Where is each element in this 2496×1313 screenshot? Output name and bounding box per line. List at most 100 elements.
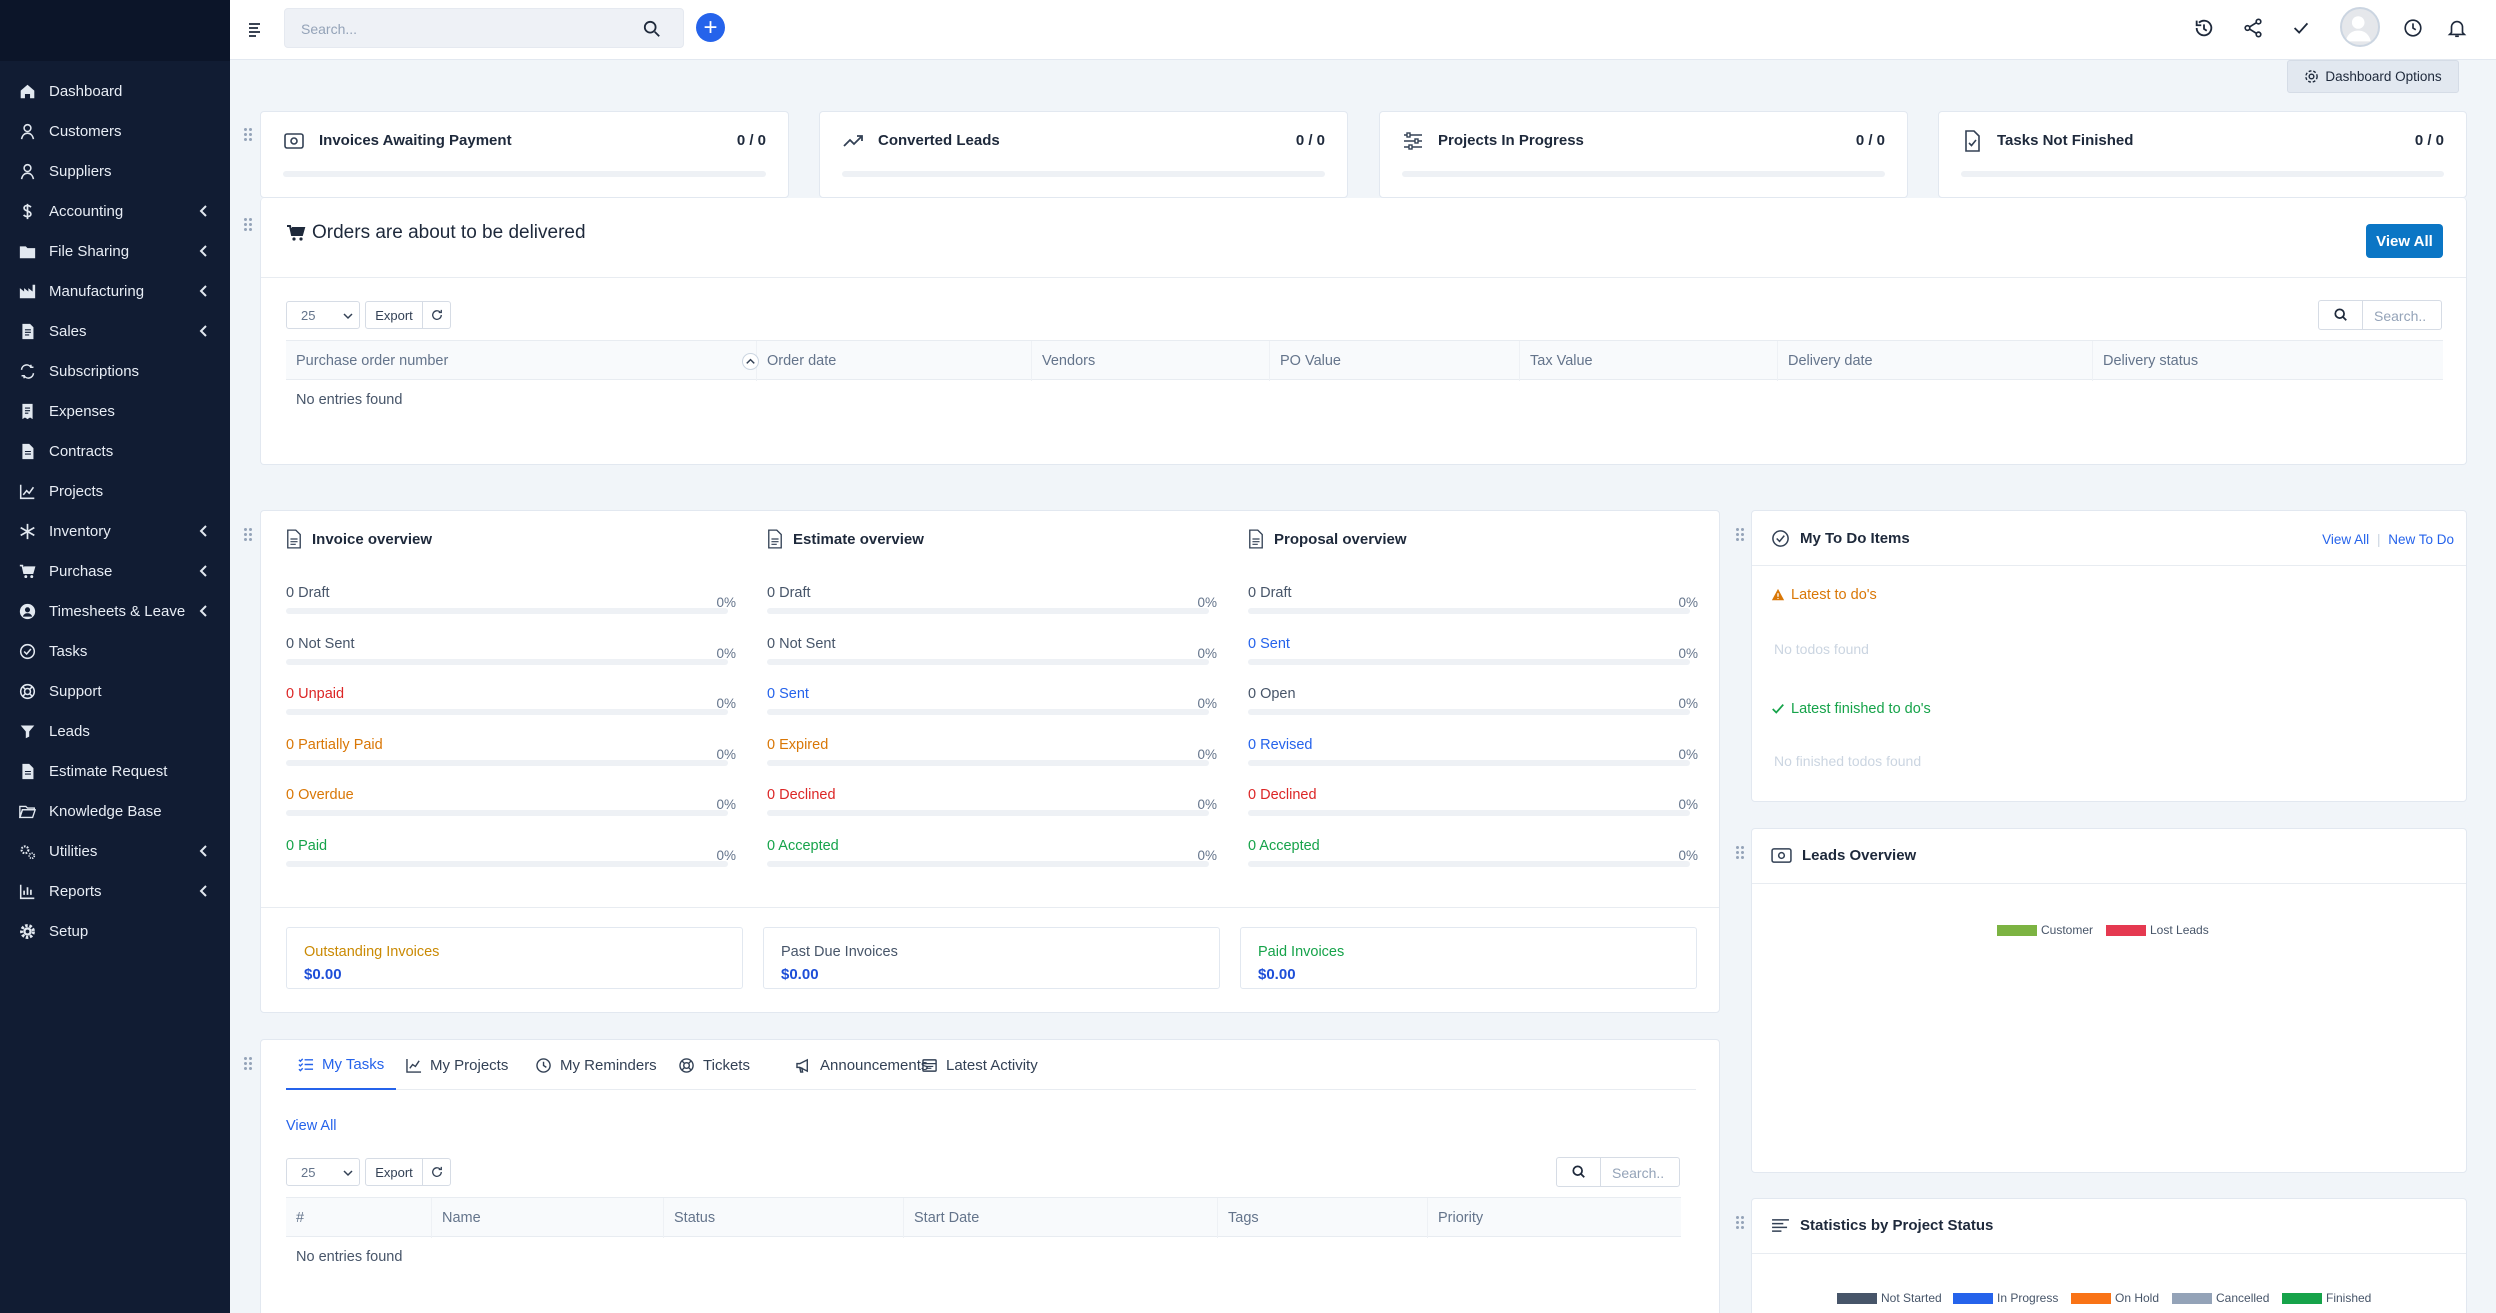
column-header[interactable]: Delivery status xyxy=(2092,341,2443,381)
sidebar-item-utilities[interactable]: Utilities xyxy=(0,831,230,871)
tasks-search-input[interactable]: Search.. xyxy=(1556,1157,1680,1187)
sidebar-item-reports[interactable]: Reports xyxy=(0,871,230,911)
drag-handle[interactable] xyxy=(1736,1216,1746,1230)
tasks-refresh-button[interactable] xyxy=(422,1158,451,1186)
legend-swatch[interactable] xyxy=(1837,1293,1877,1304)
orders-view-all-button[interactable]: View All xyxy=(2366,224,2443,258)
orders-page-size-select[interactable]: 25 xyxy=(286,301,360,329)
column-header[interactable]: PO Value xyxy=(1269,341,1519,381)
tab-my-projects[interactable]: My Projects xyxy=(406,1040,508,1090)
column-header[interactable]: Order date xyxy=(756,341,1031,381)
clock-icon[interactable] xyxy=(2402,17,2424,39)
stat-card-tasks-not-finished[interactable]: Tasks Not Finished 0 / 0 xyxy=(1938,111,2467,198)
legend-label[interactable]: Lost Leads xyxy=(2150,923,2209,937)
tab-tickets[interactable]: Tickets xyxy=(679,1040,750,1090)
overview-status-row[interactable]: 0 Overdue 0% xyxy=(286,787,736,817)
tasks-export-button[interactable]: Export xyxy=(365,1158,423,1186)
legend-label[interactable]: Not Started xyxy=(1881,1291,1942,1305)
sidebar-item-inventory[interactable]: Inventory xyxy=(0,511,230,551)
tab-my-reminders[interactable]: My Reminders xyxy=(536,1040,657,1090)
overview-status-row[interactable]: 0 Declined 0% xyxy=(1248,787,1698,817)
legend-swatch[interactable] xyxy=(1953,1293,1993,1304)
overview-status-row[interactable]: 0 Open 0% xyxy=(1248,686,1698,716)
drag-handle[interactable] xyxy=(1736,528,1746,542)
search-icon[interactable] xyxy=(643,20,661,38)
sidebar-item-subscriptions[interactable]: Subscriptions xyxy=(0,351,230,391)
stat-card-invoices-awaiting-payment[interactable]: Invoices Awaiting Payment 0 / 0 xyxy=(260,111,789,198)
legend-swatch[interactable] xyxy=(1997,925,2037,936)
column-header[interactable]: Status xyxy=(663,1198,903,1238)
column-header[interactable]: Priority xyxy=(1427,1198,1681,1238)
sidebar-item-suppliers[interactable]: Suppliers xyxy=(0,151,230,191)
legend-label[interactable]: On Hold xyxy=(2115,1291,2159,1305)
column-header[interactable]: Delivery date xyxy=(1777,341,2092,381)
sort-ascending-icon[interactable] xyxy=(742,353,759,370)
stat-card-converted-leads[interactable]: Converted Leads 0 / 0 xyxy=(819,111,1348,198)
sidebar-item-estimate-request[interactable]: Estimate Request xyxy=(0,751,230,791)
tab-my-tasks[interactable]: My Tasks xyxy=(286,1040,397,1090)
drag-handle[interactable] xyxy=(244,218,254,232)
overview-status-row[interactable]: 0 Expired 0% xyxy=(767,737,1217,766)
overview-status-row[interactable]: 0 Accepted 0% xyxy=(1248,838,1698,867)
overview-status-row[interactable]: 0 Declined 0% xyxy=(767,787,1217,817)
legend-label[interactable]: In Progress xyxy=(1997,1291,2058,1305)
overview-status-row[interactable]: 0 Not Sent 0% xyxy=(286,636,736,665)
avatar[interactable] xyxy=(2340,7,2380,47)
sidebar-item-customers[interactable]: Customers xyxy=(0,111,230,151)
sidebar-item-leads[interactable]: Leads xyxy=(0,711,230,751)
stat-card-projects-in-progress[interactable]: Projects In Progress 0 / 0 xyxy=(1379,111,1908,198)
orders-search-input[interactable]: Search.. xyxy=(2318,300,2442,330)
column-header[interactable]: Name xyxy=(431,1198,663,1238)
bell-icon[interactable] xyxy=(2446,17,2468,39)
sidebar-item-timesheets-leave[interactable]: Timesheets & Leave xyxy=(0,591,230,631)
column-header[interactable]: Purchase order number xyxy=(286,341,756,381)
sidebar-item-accounting[interactable]: Accounting xyxy=(0,191,230,231)
overview-status-row[interactable]: 0 Sent 0% xyxy=(767,686,1217,716)
overview-status-row[interactable]: 0 Accepted 0% xyxy=(767,838,1217,867)
summary-box-paid-invoices[interactable]: Paid Invoices $0.00 xyxy=(1240,927,1697,989)
column-header[interactable]: Start Date xyxy=(903,1198,1217,1238)
summary-box-past-due-invoices[interactable]: Past Due Invoices $0.00 xyxy=(763,927,1220,989)
drag-handle[interactable] xyxy=(244,128,254,142)
legend-swatch[interactable] xyxy=(2106,925,2146,936)
sidebar-item-file-sharing[interactable]: File Sharing xyxy=(0,231,230,271)
overview-status-row[interactable]: 0 Revised 0% xyxy=(1248,737,1698,766)
quick-create-button[interactable]: + xyxy=(696,13,725,42)
sidebar-item-contracts[interactable]: Contracts xyxy=(0,431,230,471)
overview-status-row[interactable]: 0 Not Sent 0% xyxy=(767,636,1217,665)
column-header[interactable]: Tax Value xyxy=(1519,341,1777,381)
drag-handle[interactable] xyxy=(1736,846,1746,860)
todo-view-all-link[interactable]: View All xyxy=(2322,532,2369,547)
tab-announcements[interactable]: Announcements xyxy=(796,1040,928,1090)
legend-label[interactable]: Cancelled xyxy=(2216,1291,2269,1305)
orders-refresh-button[interactable] xyxy=(422,301,451,329)
overview-status-row[interactable]: 0 Draft 0% xyxy=(286,585,736,614)
sidebar-item-tasks[interactable]: Tasks xyxy=(0,631,230,671)
sidebar-item-manufacturing[interactable]: Manufacturing xyxy=(0,271,230,311)
legend-label[interactable]: Customer xyxy=(2041,923,2093,937)
sidebar-item-purchase[interactable]: Purchase xyxy=(0,551,230,591)
legend-swatch[interactable] xyxy=(2172,1293,2212,1304)
overview-status-row[interactable]: 0 Sent 0% xyxy=(1248,636,1698,665)
sidebar-item-setup[interactable]: Setup xyxy=(0,911,230,951)
sidebar-item-dashboard[interactable]: Dashboard xyxy=(0,71,230,111)
overview-status-row[interactable]: 0 Draft 0% xyxy=(767,585,1217,614)
sidebar-item-projects[interactable]: Projects xyxy=(0,471,230,511)
overview-status-row[interactable]: 0 Partially Paid 0% xyxy=(286,737,736,766)
column-header[interactable]: Tags xyxy=(1217,1198,1427,1238)
overview-status-row[interactable]: 0 Draft 0% xyxy=(1248,585,1698,614)
sidebar-item-expenses[interactable]: Expenses xyxy=(0,391,230,431)
overview-status-row[interactable]: 0 Paid 0% xyxy=(286,838,736,867)
orders-export-button[interactable]: Export xyxy=(365,301,423,329)
tasks-view-all-link[interactable]: View All xyxy=(286,1118,337,1134)
history-icon[interactable] xyxy=(2193,17,2215,39)
drag-handle[interactable] xyxy=(244,1057,254,1071)
drag-handle[interactable] xyxy=(244,528,254,542)
tab-latest-activity[interactable]: Latest Activity xyxy=(922,1040,1038,1090)
share-icon[interactable] xyxy=(2242,17,2264,39)
legend-swatch[interactable] xyxy=(2282,1293,2322,1304)
column-header[interactable]: # xyxy=(286,1198,431,1238)
sidebar-item-support[interactable]: Support xyxy=(0,671,230,711)
check-icon[interactable] xyxy=(2290,17,2312,39)
dashboard-options-button[interactable]: Dashboard Options xyxy=(2287,60,2459,93)
